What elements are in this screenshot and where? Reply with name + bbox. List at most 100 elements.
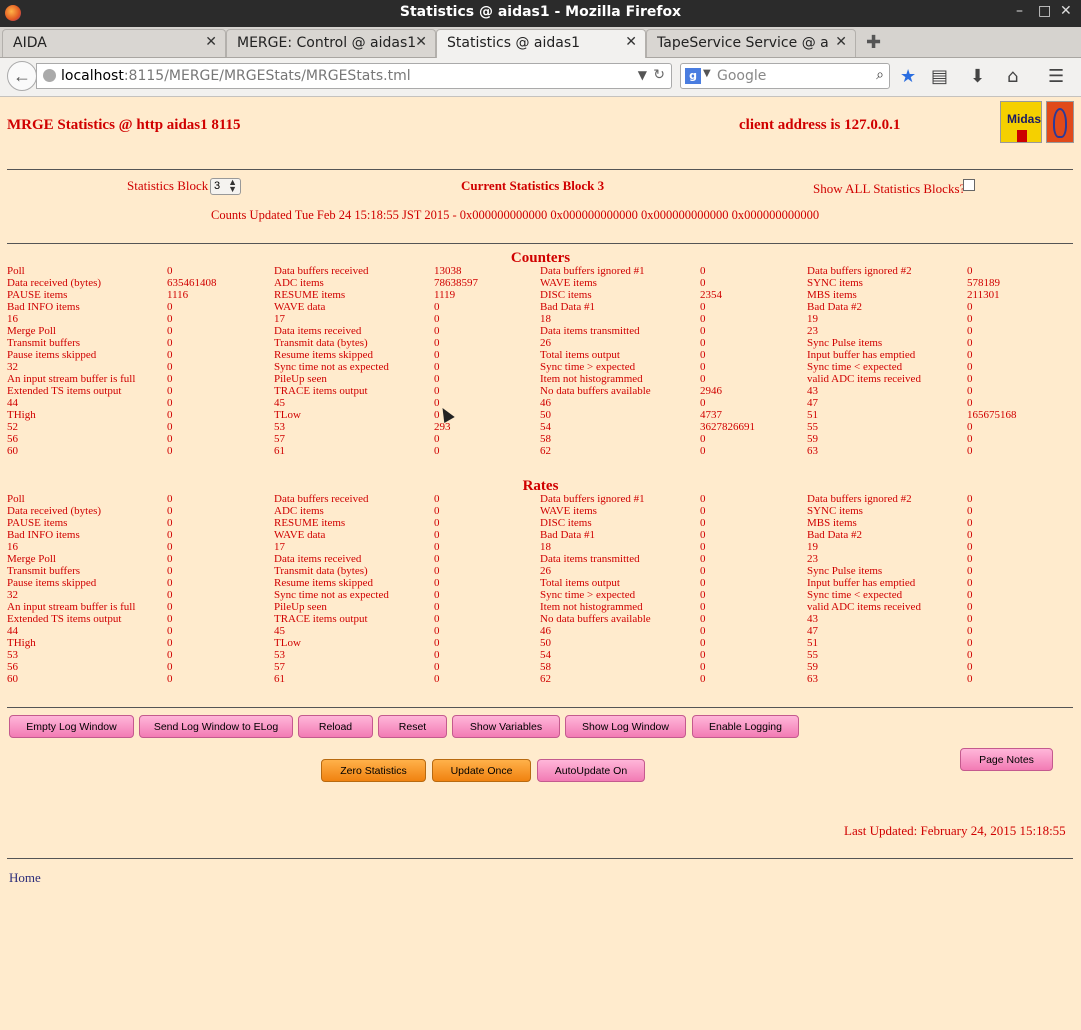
stat-label: Total items output bbox=[540, 349, 620, 361]
spinner-arrows-icon: ▲ ▼ bbox=[228, 177, 237, 194]
stat-label: Data buffers ignored #1 bbox=[540, 493, 645, 505]
stat-label: 43 bbox=[807, 613, 818, 625]
stat-label: 23 bbox=[807, 325, 818, 337]
close-window-icon[interactable]: ✕ bbox=[1060, 3, 1072, 19]
close-tab-icon[interactable]: ✕ bbox=[835, 34, 847, 50]
stat-label: PileUp seen bbox=[274, 373, 327, 385]
stat-label: Input buffer has emptied bbox=[807, 577, 916, 589]
show-all-checkbox[interactable] bbox=[963, 179, 975, 191]
downloads-icon[interactable]: ⬇ bbox=[970, 66, 985, 87]
show-variables-button[interactable]: Show Variables bbox=[452, 715, 560, 738]
maximize-icon[interactable]: □ bbox=[1038, 3, 1051, 19]
engine-dropdown-icon[interactable]: ▼ bbox=[703, 68, 711, 79]
midas-logo: Midas bbox=[1000, 101, 1042, 143]
tab-tapeservice[interactable]: TapeService Service @ a… ✕ bbox=[646, 29, 856, 57]
close-tab-icon[interactable]: ✕ bbox=[415, 34, 427, 50]
update-once-button[interactable]: Update Once bbox=[432, 759, 531, 782]
stat-label: 57 bbox=[274, 661, 285, 673]
tab-merge-control[interactable]: MERGE: Control @ aidas1 ✕ bbox=[226, 29, 436, 57]
stat-value: 0 bbox=[700, 505, 706, 517]
stat-value: 0 bbox=[434, 373, 440, 385]
tab-label: Statistics @ aidas1 bbox=[447, 35, 581, 51]
stat-label: 17 bbox=[274, 313, 285, 325]
stat-label: 26 bbox=[540, 565, 551, 577]
url-text: localhost:8115/MERGE/MRGEStats/MRGEStats… bbox=[61, 68, 411, 84]
stat-label: Merge Poll bbox=[7, 325, 56, 337]
current-statistics-block: Current Statistics Block 3 bbox=[461, 178, 605, 193]
stat-label: Input buffer has emptied bbox=[807, 349, 916, 361]
stat-value: 0 bbox=[967, 601, 973, 613]
stat-value: 0 bbox=[967, 553, 973, 565]
page-title: MRGE Statistics @ http aidas1 8115 bbox=[7, 117, 241, 133]
stat-label: ADC items bbox=[274, 277, 324, 289]
stat-label: 57 bbox=[274, 433, 285, 445]
stat-value: 0 bbox=[700, 577, 706, 589]
midas-logo-text: Midas bbox=[1007, 112, 1042, 126]
home-link[interactable]: Home bbox=[9, 870, 41, 886]
stat-value: 2354 bbox=[700, 289, 722, 301]
stat-label: 55 bbox=[807, 421, 818, 433]
tab-label: TapeService Service @ a… bbox=[657, 35, 829, 51]
client-address: client address is 127.0.0.1 bbox=[739, 117, 901, 133]
site-identity-icon[interactable] bbox=[43, 69, 56, 82]
stat-value: 0 bbox=[167, 589, 173, 601]
stats-row: THigh 0 TLow 0 50 4737 51 165675168 bbox=[0, 409, 1081, 421]
stat-label: No data buffers available bbox=[540, 613, 651, 625]
stats-row: 60 0 61 0 62 0 63 0 bbox=[0, 445, 1081, 457]
stat-value: 0 bbox=[700, 649, 706, 661]
reload-button[interactable]: Reload bbox=[298, 715, 373, 738]
stat-value: 0 bbox=[434, 565, 440, 577]
page-notes-button[interactable]: Page Notes bbox=[960, 748, 1053, 771]
bookmarks-list-icon[interactable]: ▤ bbox=[931, 66, 948, 87]
stat-value: 0 bbox=[167, 433, 173, 445]
home-icon[interactable]: ⌂ bbox=[1007, 66, 1018, 87]
menu-hamburger-icon[interactable]: ☰ bbox=[1048, 66, 1064, 87]
send-log-to-elog-button[interactable]: Send Log Window to ELog bbox=[139, 715, 293, 738]
url-history-dropdown-icon[interactable]: ▼ bbox=[638, 68, 647, 82]
stat-value: 1119 bbox=[434, 289, 456, 301]
stat-label: PAUSE items bbox=[7, 517, 68, 529]
stat-label: Poll bbox=[7, 265, 25, 277]
back-arrow-icon[interactable]: ← bbox=[7, 61, 37, 91]
stat-label: 54 bbox=[540, 649, 551, 661]
empty-log-window-button[interactable]: Empty Log Window bbox=[9, 715, 134, 738]
stat-label: Sync time < expected bbox=[807, 361, 903, 373]
stat-label: TLow bbox=[274, 637, 301, 649]
reload-icon[interactable]: ↻ bbox=[653, 67, 665, 83]
zero-statistics-button[interactable]: Zero Statistics bbox=[321, 759, 426, 782]
stat-value: 0 bbox=[967, 505, 973, 517]
stat-value: 0 bbox=[167, 529, 173, 541]
tab-aida[interactable]: AIDA ✕ bbox=[2, 29, 226, 57]
stat-value: 0 bbox=[967, 637, 973, 649]
stats-row: 56 0 57 0 58 0 59 0 bbox=[0, 433, 1081, 445]
close-tab-icon[interactable]: ✕ bbox=[625, 34, 637, 50]
stats-row: Data received (bytes) 635461408 ADC items 7… bbox=[0, 277, 1081, 289]
divider bbox=[7, 858, 1073, 859]
minimize-icon[interactable]: – bbox=[1016, 3, 1023, 19]
bookmark-star-icon[interactable]: ★ bbox=[900, 66, 916, 87]
stat-label: Transmit buffers bbox=[7, 337, 81, 349]
new-tab-icon[interactable]: ✚ bbox=[866, 32, 881, 53]
show-log-window-button[interactable]: Show Log Window bbox=[565, 715, 686, 738]
reset-button[interactable]: Reset bbox=[378, 715, 447, 738]
tab-statistics[interactable]: Statistics @ aidas1 ✕ bbox=[436, 29, 646, 58]
statistics-block-select[interactable]: 3 ▲ ▼ bbox=[210, 178, 241, 195]
url-bar[interactable]: localhost:8115/MERGE/MRGEStats/MRGEStats… bbox=[36, 63, 672, 89]
enable-logging-button[interactable]: Enable Logging bbox=[692, 715, 799, 738]
stat-label: Data items received bbox=[274, 325, 362, 337]
stat-label: 51 bbox=[807, 409, 818, 421]
stat-value: 0 bbox=[967, 589, 973, 601]
stats-row: 56 0 57 0 58 0 59 0 bbox=[0, 661, 1081, 673]
stat-value: 0 bbox=[434, 433, 440, 445]
stat-label: 59 bbox=[807, 661, 818, 673]
stat-label: 45 bbox=[274, 397, 285, 409]
binoculars-icon[interactable]: ⌕ bbox=[876, 67, 884, 83]
autoupdate-button[interactable]: AutoUpdate On bbox=[537, 759, 645, 782]
stat-value: 0 bbox=[967, 397, 973, 409]
close-tab-icon[interactable]: ✕ bbox=[205, 34, 217, 50]
search-bar[interactable]: g ▼ Google ⌕ bbox=[680, 63, 890, 89]
stat-label: PileUp seen bbox=[274, 601, 327, 613]
google-engine-icon[interactable]: g bbox=[685, 68, 701, 84]
stats-row: 60 0 61 0 62 0 63 0 bbox=[0, 673, 1081, 685]
stat-value: 0 bbox=[700, 589, 706, 601]
